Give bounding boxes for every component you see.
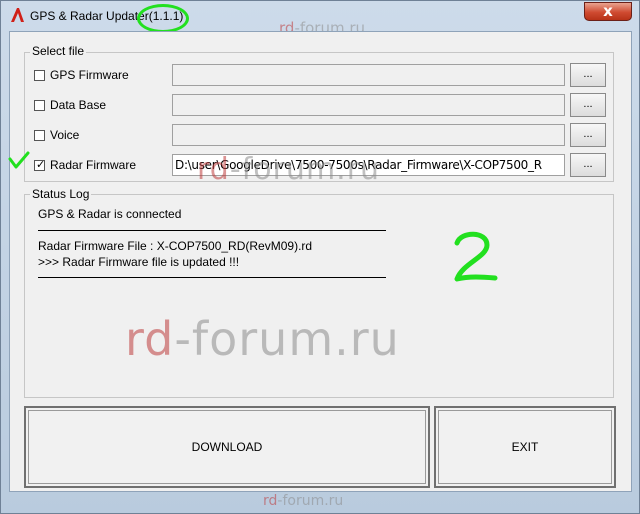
title-bar[interactable]: GPS & Radar Updater(1.1.1) x	[1, 1, 639, 33]
download-button[interactable]: DOWNLOAD	[24, 406, 430, 488]
voice-checkbox[interactable]	[34, 130, 45, 141]
app-logo-icon	[11, 8, 24, 22]
data-base-browse-button[interactable]: ...	[570, 93, 606, 117]
check-mark-icon: ✓	[36, 158, 46, 171]
radar-firmware-checkbox[interactable]: ✓	[34, 158, 46, 171]
exit-button[interactable]: EXIT	[434, 406, 616, 488]
data-base-label: Data Base	[50, 98, 107, 112]
close-icon: x	[603, 2, 613, 20]
exit-button-label: EXIT	[511, 440, 539, 454]
log-divider-top	[38, 230, 386, 231]
radar-firmware-browse-button[interactable]: ...	[570, 153, 606, 177]
log-line-file: Radar Firmware File : X-COP7500_RD(RevM0…	[38, 239, 313, 253]
gps-firmware-label: GPS Firmware	[50, 68, 129, 82]
select-file-legend: Select file	[30, 44, 87, 58]
download-button-label: DOWNLOAD	[191, 440, 263, 454]
voice-browse-button[interactable]: ...	[570, 123, 606, 147]
close-button[interactable]: x	[584, 2, 632, 21]
app-window: GPS & Radar Updater(1.1.1) x rd-forum.ru…	[0, 0, 640, 514]
log-line-updated: >>> Radar Firmware file is updated !!!	[38, 255, 240, 269]
status-log-legend: Status Log	[30, 187, 92, 201]
voice-path-field[interactable]	[172, 124, 565, 146]
radar-firmware-path-field[interactable]: D:\user\GoogleDrive\7500-7500s\Radar_Fir…	[172, 154, 565, 176]
gps-firmware-checkbox[interactable]	[34, 70, 45, 81]
annotation-check-icon	[8, 151, 30, 169]
annotation-number-two-icon	[454, 231, 498, 282]
gps-firmware-browse-button[interactable]: ...	[570, 63, 606, 87]
data-base-path-field[interactable]	[172, 94, 565, 116]
data-base-checkbox[interactable]	[34, 100, 45, 111]
client-area: Select file GPS Firmware ... Data Base .…	[9, 31, 632, 492]
window-title: GPS & Radar Updater(1.1.1)	[30, 9, 184, 23]
log-divider-bottom	[38, 277, 386, 278]
voice-label: Voice	[50, 128, 80, 142]
status-log-group	[24, 194, 614, 398]
radar-firmware-label: Radar Firmware	[50, 158, 137, 172]
watermark-bottom: rd-forum.ru	[263, 493, 344, 509]
gps-firmware-path-field[interactable]	[172, 64, 565, 86]
log-line-connected: GPS & Radar is connected	[38, 207, 182, 221]
